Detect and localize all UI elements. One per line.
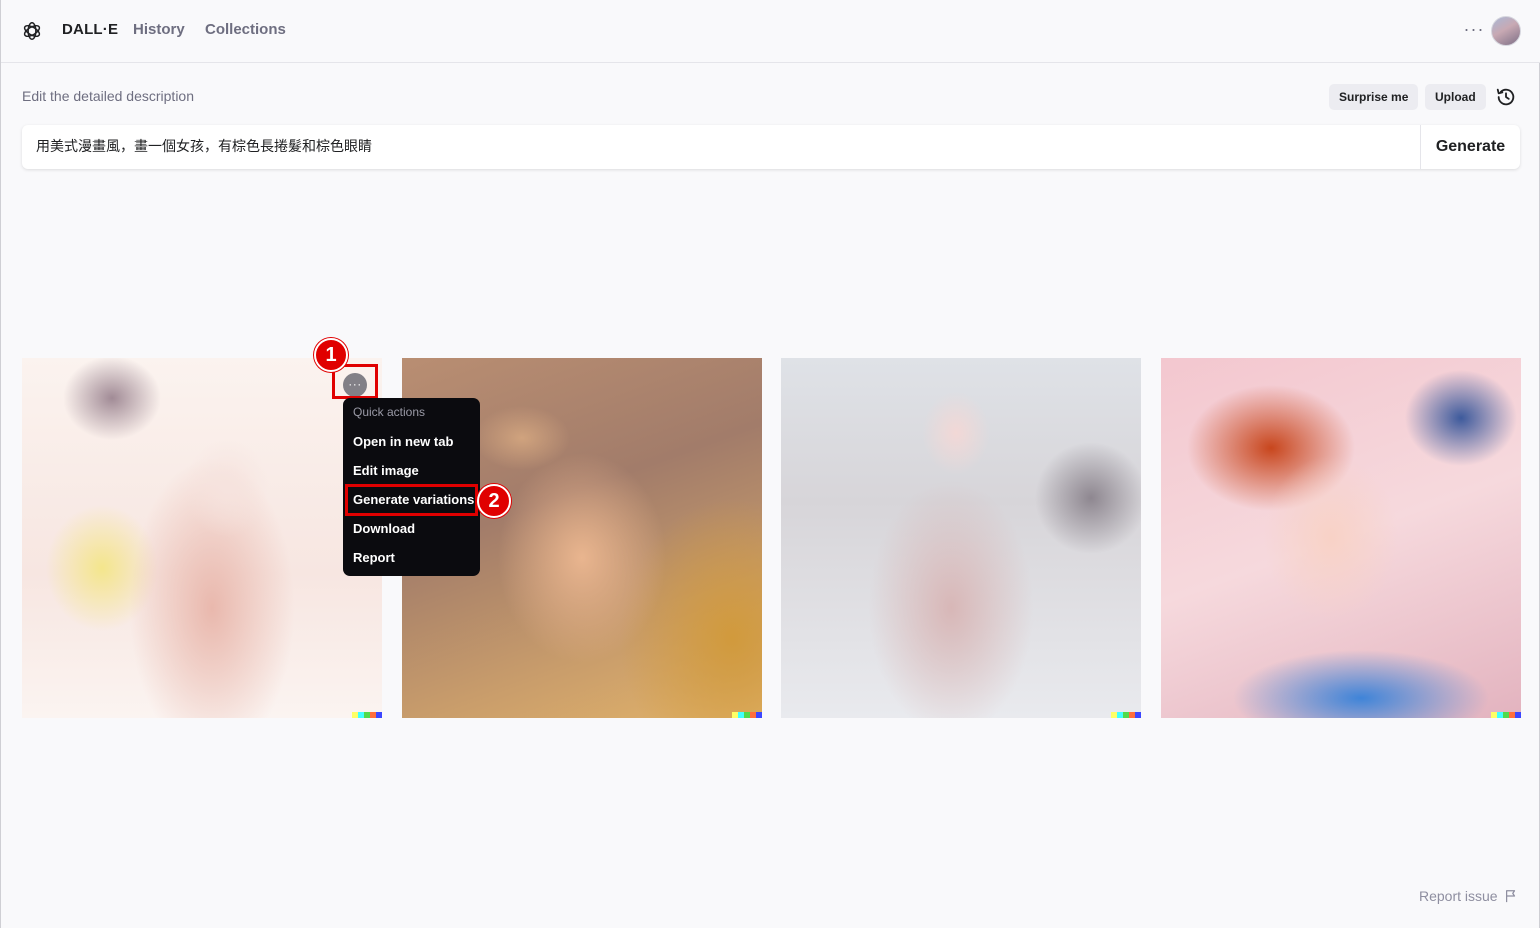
result-image-1[interactable] [22, 358, 382, 718]
menu-item-download[interactable]: Download [353, 521, 415, 536]
dalle-signature [1111, 712, 1141, 718]
brand-name[interactable]: DALL·E [62, 21, 118, 38]
upload-button[interactable]: Upload [1425, 84, 1486, 110]
top-nav-bar: DALL·E History Collections ··· [1, 0, 1540, 63]
menu-heading: Quick actions [353, 405, 426, 419]
generate-button[interactable]: Generate [1420, 125, 1520, 169]
result-image-4[interactable] [1161, 358, 1521, 718]
nav-history[interactable]: History [133, 21, 185, 38]
prompt-input[interactable] [36, 125, 1406, 169]
openai-logo-icon[interactable] [21, 20, 43, 42]
app-window: DALL·E History Collections ··· Edit the … [0, 0, 1540, 928]
dalle-signature [732, 712, 762, 718]
history-clock-icon[interactable] [1495, 86, 1517, 108]
avatar[interactable] [1491, 16, 1521, 46]
nav-collections[interactable]: Collections [205, 21, 286, 38]
annotation-badge-2: 2 [477, 484, 511, 518]
surprise-me-button[interactable]: Surprise me [1329, 84, 1419, 110]
ellipsis-horizontal-icon[interactable]: ··· [1463, 18, 1485, 40]
menu-item-edit-image[interactable]: Edit image [353, 463, 419, 478]
dalle-signature [352, 712, 382, 718]
prompt-label: Edit the detailed description [22, 88, 194, 104]
menu-item-report[interactable]: Report [353, 550, 395, 565]
dalle-signature [1491, 712, 1521, 718]
report-issue-link[interactable]: Report issue [1419, 888, 1498, 904]
annotation-badge-1: 1 [314, 338, 348, 372]
flag-icon[interactable] [1504, 889, 1518, 903]
prompt-bar: Generate [22, 125, 1520, 169]
result-image-3[interactable] [781, 358, 1141, 718]
menu-item-open-in-new-tab[interactable]: Open in new tab [353, 434, 453, 449]
annotation-highlight-2 [345, 484, 478, 516]
